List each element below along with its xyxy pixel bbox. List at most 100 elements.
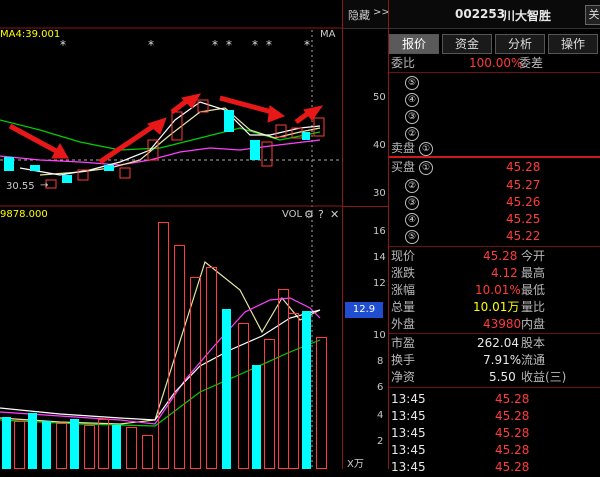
buy-level-index: ① xyxy=(419,161,433,175)
sell-level-index: ④ xyxy=(405,93,419,107)
tick-price: 45.28 xyxy=(495,460,530,474)
quote-value: 43980 xyxy=(483,317,522,331)
hide-button[interactable]: 隐藏 xyxy=(348,7,370,23)
volume-left-label: 9878.000 xyxy=(0,209,48,220)
volume-tick: 8 xyxy=(377,356,384,367)
volume-bar xyxy=(316,337,327,469)
volume-bar xyxy=(158,222,169,469)
volume-bar xyxy=(288,313,299,469)
volume-bar xyxy=(190,277,201,469)
tick-row: 13:45 45.28 xyxy=(389,458,600,477)
quote-row: 外盘 43980 内盘 xyxy=(389,315,600,334)
volume-tick: 4 xyxy=(377,410,384,421)
sell-level-index: ③ xyxy=(405,110,419,124)
volume-highlight-badge: 12.9 xyxy=(345,302,383,318)
candle xyxy=(119,167,131,179)
tab-quote[interactable]: 报价 xyxy=(389,34,439,54)
volume-bar xyxy=(126,427,137,469)
volume-bar xyxy=(84,425,95,469)
volume-bars xyxy=(0,206,342,469)
chart-pane[interactable]: MA4:39.001 MA * * * * * * * 30.55 → 9878… xyxy=(0,0,342,469)
tab-funds[interactable]: 资金 xyxy=(442,34,492,54)
quote-label: 外盘 xyxy=(391,317,416,331)
help-icon[interactable]: ? xyxy=(318,208,324,221)
volume-bar xyxy=(14,421,25,469)
tab-operation[interactable]: 操作 xyxy=(548,34,598,54)
quote-tabs: 报价 资金 分析 操作 xyxy=(389,34,600,54)
price-tick: 40 xyxy=(373,140,386,151)
candle xyxy=(302,132,310,140)
volume-bar xyxy=(70,419,79,469)
volume-tick: 10 xyxy=(373,330,386,341)
quote-panel: 002253 川大智胜 关 报价 资金 分析 操作 委比 100.00% 委差 … xyxy=(388,0,600,474)
price-tick: 50 xyxy=(373,92,386,103)
star-marker: * xyxy=(60,38,66,52)
tab-analysis[interactable]: 分析 xyxy=(495,34,545,54)
volume-tick: 6 xyxy=(377,382,384,393)
buy-level-index: ④ xyxy=(405,213,419,227)
star-marker: * xyxy=(212,38,218,52)
low-arrow: → xyxy=(40,180,49,191)
axis-topbar: 隐藏 >> xyxy=(343,0,390,29)
volume-bar xyxy=(28,413,37,469)
candle xyxy=(4,157,14,171)
price-axis-pane: 隐藏 >> 50 40 30 16 14 12 10 8 6 4 2 12.9 … xyxy=(342,0,390,470)
buy-level-index: ⑤ xyxy=(405,230,419,244)
close-icon[interactable]: ✕ xyxy=(330,208,339,221)
volume-bar xyxy=(98,419,109,469)
star-marker: * xyxy=(252,38,258,52)
fundamental-label: 净资 xyxy=(391,370,416,384)
volume-tick: 2 xyxy=(377,436,384,447)
star-marker: * xyxy=(226,38,232,52)
volume-bar xyxy=(56,423,67,469)
candle xyxy=(224,110,234,132)
star-marker: * xyxy=(304,38,310,52)
stock-code: 002253 xyxy=(455,7,506,21)
stock-name: 川大智胜 xyxy=(503,9,552,23)
volume-bar xyxy=(302,311,311,469)
sell-level-index: ⑤ xyxy=(405,76,419,90)
volume-bar xyxy=(206,267,217,469)
annotation-arrows xyxy=(8,93,324,165)
gear-icon[interactable]: ⚙ xyxy=(304,208,314,221)
buy-level-row: 买盘 ① 45.28 xyxy=(389,158,600,177)
star-marker: * xyxy=(266,38,272,52)
volume-tick: 12 xyxy=(373,278,386,289)
volume-bar xyxy=(2,417,11,469)
candle xyxy=(30,165,40,171)
weicha-label: 委差 xyxy=(519,56,544,70)
quote-label2: 内盘 xyxy=(521,317,546,331)
volume-bar xyxy=(222,309,231,469)
buy-level-row: ⑤ 45.22 xyxy=(389,227,600,246)
sell-level-index: ① xyxy=(419,142,433,156)
star-marker: * xyxy=(148,38,154,52)
fundamental-label2: 收益(三) xyxy=(521,370,567,384)
low-price-label: 30.55 xyxy=(6,181,35,192)
candle xyxy=(104,165,114,171)
volume-bar xyxy=(264,339,275,469)
candle xyxy=(250,140,260,160)
webi-row: 委比 100.00% 委差 xyxy=(389,54,600,73)
tick-time: 13:45 xyxy=(391,460,426,474)
volume-tick: 14 xyxy=(373,252,386,263)
ma-corner-label: MA xyxy=(320,29,336,40)
buy-level-price: 45.28 xyxy=(506,160,541,174)
buy-level-price: 45.22 xyxy=(506,229,541,243)
volume-bar xyxy=(238,323,249,469)
price-tick: 30 xyxy=(373,188,386,199)
buy-level-index: ③ xyxy=(405,196,419,210)
fundamental-row: 净资 5.50 收益(三) xyxy=(389,368,600,387)
volume-unit-label: X万 xyxy=(347,459,364,470)
webi-value: 100.00% xyxy=(469,56,523,70)
close-tab-button[interactable]: 关 xyxy=(585,5,600,25)
vol-label: VOL xyxy=(282,209,303,220)
candle xyxy=(62,175,72,183)
volume-tick: 16 xyxy=(373,226,386,237)
buy-label: 买盘 xyxy=(391,160,416,174)
ma-label: MA4:39.001 xyxy=(0,29,61,40)
volume-bar xyxy=(42,421,51,469)
webi-label: 委比 xyxy=(391,56,416,70)
buy-level-index: ② xyxy=(405,179,419,193)
volume-bar xyxy=(142,435,153,469)
volume-bar xyxy=(174,245,185,469)
